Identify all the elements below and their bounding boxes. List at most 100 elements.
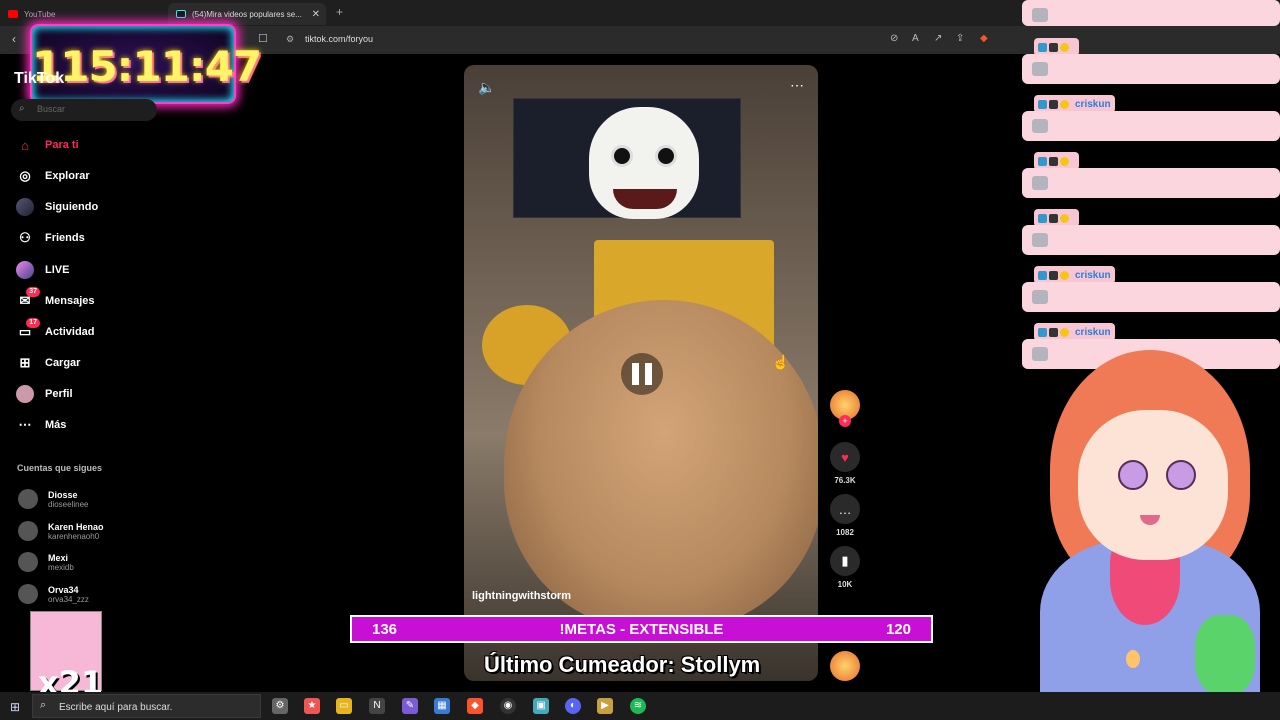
badge-icon <box>1038 156 1047 166</box>
back-icon[interactable]: ‹ <box>12 32 16 46</box>
site-info-icon[interactable]: ⚙ <box>286 34 294 45</box>
search-placeholder: Buscar <box>37 104 66 114</box>
follow-plus-icon[interactable]: + <box>839 415 851 427</box>
close-tab-icon[interactable]: ✕ <box>312 9 320 20</box>
no-video-icon[interactable]: ⊘ <box>890 33 898 44</box>
badge-icon <box>1060 42 1069 52</box>
nav-live[interactable]: LIVE <box>16 260 69 280</box>
author-profile-button[interactable]: + <box>828 390 862 427</box>
face-eye <box>611 145 633 167</box>
store-app-icon[interactable]: ▦ <box>434 698 450 714</box>
pen-app-icon[interactable]: ✎ <box>402 698 418 714</box>
taskbar-search-placeholder: Escribe aquí para buscar. <box>59 702 173 713</box>
compass-icon: ◎ <box>19 168 31 183</box>
brave-shield-icon[interactable]: ◆ <box>980 33 988 44</box>
avatar-face <box>1078 410 1228 560</box>
discord-app-icon[interactable]: ◐ <box>565 698 581 714</box>
account-username: mexidb <box>48 562 74 572</box>
nav-explorar[interactable]: ◎ Explorar <box>16 166 90 186</box>
tab-youtube[interactable]: YouTube <box>0 3 168 25</box>
tab-tiktok[interactable]: (54)Mira videos populares se... ✕ <box>168 3 326 25</box>
brave-app-icon[interactable]: ◆ <box>467 698 483 714</box>
nav-mensajes[interactable]: ✉ 37 Mensajes <box>16 287 95 311</box>
emote-icon <box>1032 176 1048 190</box>
profile-icon <box>16 385 34 403</box>
comment-icon: … <box>830 494 860 524</box>
badge-icon <box>1060 99 1069 109</box>
search-icon: ⌕ <box>40 699 47 711</box>
badge-icon <box>1038 42 1047 52</box>
emote-icon <box>1032 290 1048 304</box>
nav-actividad[interactable]: ▭ 17 Actividad <box>16 318 95 342</box>
folder-app-icon[interactable]: ▭ <box>336 698 352 714</box>
pale-face-image <box>589 107 699 219</box>
frog-plush-image <box>1195 615 1255 695</box>
avatar-eye <box>1166 460 1196 490</box>
following-account[interactable]: Mexi mexidb <box>18 552 74 572</box>
video-author[interactable]: lightningwithstorm <box>472 590 571 602</box>
spotify-app-icon[interactable]: ≋ <box>630 698 646 714</box>
chat-bubble <box>1022 54 1280 84</box>
chat-username: criskun <box>1075 98 1111 110</box>
badge-icon <box>1049 327 1058 337</box>
comment-button[interactable]: … 1082 <box>828 494 862 537</box>
following-account[interactable]: Orva34 orva34_zzz <box>18 584 89 604</box>
save-button[interactable]: ▮ 10K <box>828 546 862 589</box>
media-app-icon[interactable]: ▶ <box>597 698 613 714</box>
notion-app-icon[interactable]: N <box>369 698 385 714</box>
volume-icon[interactable]: 🔈 <box>478 79 495 96</box>
more-icon: ⋯ <box>18 417 32 432</box>
coin-icon <box>830 651 860 681</box>
translate-icon[interactable]: A <box>912 33 919 44</box>
nav-label: Explorar <box>45 170 90 182</box>
comment-count: 1082 <box>836 528 854 537</box>
open-external-icon[interactable]: ↗ <box>934 33 942 44</box>
taskbar: ⊞ ⌕ Escribe aquí para buscar. ⚙ ★ ▭ N ✎ … <box>0 692 1280 720</box>
nav-siguiendo[interactable]: Siguiendo <box>16 197 98 217</box>
badge-icon <box>1049 42 1058 52</box>
url-field[interactable]: tiktok.com/foryou <box>305 34 373 44</box>
badge-icon <box>1060 327 1069 337</box>
chat-bubble <box>1022 225 1280 255</box>
search-icon: ⌕ <box>19 103 25 114</box>
more-options-icon[interactable]: ⋯ <box>790 77 804 94</box>
account-username: karenhenaoh0 <box>48 531 100 541</box>
tab-label: YouTube <box>24 9 56 19</box>
windows-start-icon[interactable]: ⊞ <box>10 700 20 714</box>
badge-icon <box>1049 156 1058 166</box>
goal-right-value: 120 <box>885 620 911 638</box>
nav-cargar[interactable]: ⊞ Cargar <box>16 353 81 373</box>
avatar <box>18 489 38 509</box>
activity-badge: 17 <box>26 318 40 328</box>
friends-icon: ⚇ <box>19 230 31 245</box>
emote-icon <box>1032 119 1048 133</box>
bookmark-icon: ▮ <box>830 546 860 576</box>
nav-mas[interactable]: ⋯ Más <box>16 415 67 435</box>
goal-left-value: 136 <box>372 620 398 638</box>
chat-bubble <box>1022 111 1280 141</box>
nav-para-ti[interactable]: ⌂ Para ti <box>16 135 79 155</box>
tiktok-search[interactable]: ⌕ Buscar <box>11 99 157 121</box>
following-account[interactable]: Karen Henao karenhenaoh0 <box>18 521 104 541</box>
taskbar-search[interactable]: ⌕ Escribe aquí para buscar. <box>32 694 261 718</box>
avatar-eye <box>1118 460 1148 490</box>
nav-perfil[interactable]: Perfil <box>16 384 73 404</box>
like-button[interactable]: ♥ 76.3K <box>828 442 862 485</box>
nav-friends[interactable]: ⚇ Friends <box>16 228 85 248</box>
share-icon[interactable]: ⇪ <box>956 33 964 44</box>
settings-app-icon[interactable]: ⚙ <box>272 698 288 714</box>
medal-app-icon[interactable]: ★ <box>304 698 320 714</box>
vtube-app-icon[interactable]: ▣ <box>533 698 549 714</box>
obs-app-icon[interactable]: ◉ <box>500 698 516 714</box>
nav-label: Actividad <box>45 326 95 338</box>
messages-badge: 37 <box>26 287 40 297</box>
tiktok-logo[interactable]: TikTok <box>14 70 64 88</box>
following-account[interactable]: Diosse dioseelinee <box>18 489 88 509</box>
avatar <box>18 552 38 572</box>
pause-button[interactable] <box>621 353 663 395</box>
badge-icon <box>1038 327 1047 337</box>
badge-icon <box>1049 99 1058 109</box>
tiktok-icon <box>176 10 186 18</box>
video-player[interactable]: 🔈 ⋯ lightningwithstorm <box>464 65 818 681</box>
new-tab-button[interactable]: + <box>336 5 343 19</box>
